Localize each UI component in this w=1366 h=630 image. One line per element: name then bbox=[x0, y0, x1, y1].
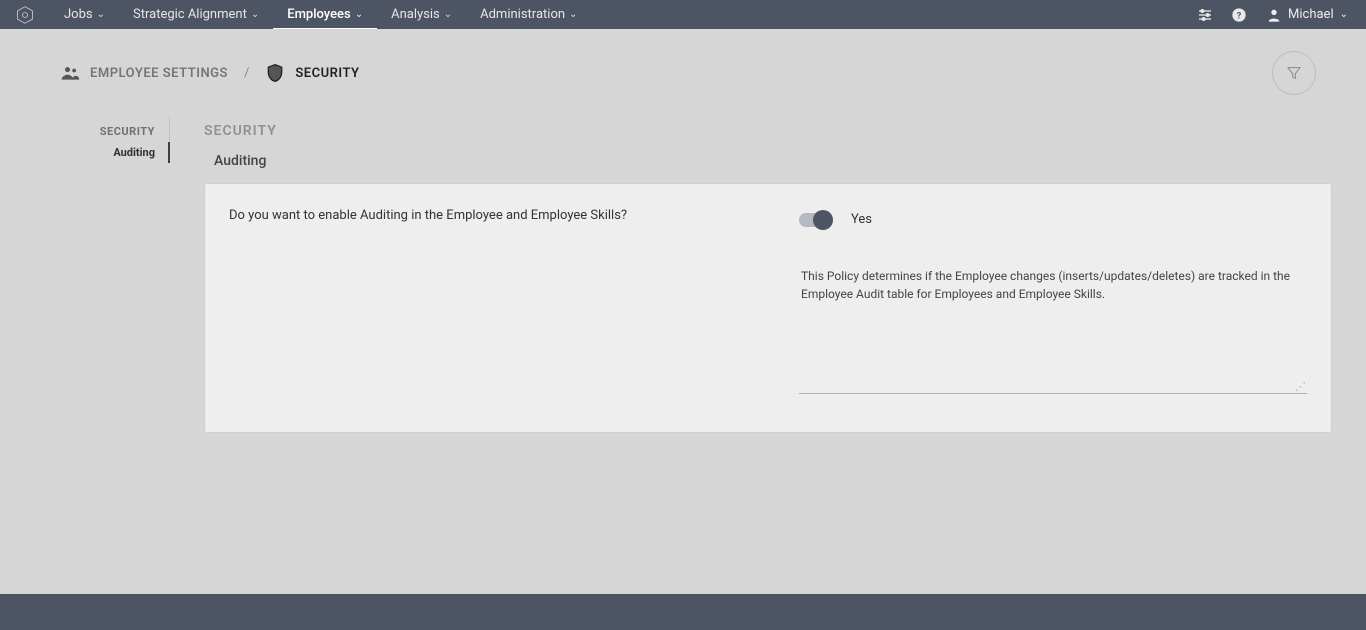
funnel-icon bbox=[1286, 65, 1302, 81]
settings-card: Do you want to enable Auditing in the Em… bbox=[204, 183, 1332, 433]
nav-item-label: Analysis bbox=[391, 7, 440, 22]
breadcrumb-label: SECURITY bbox=[295, 66, 359, 81]
help-icon: ? bbox=[1231, 7, 1247, 23]
toggle-value-label: Yes bbox=[851, 212, 872, 227]
chevron-down-icon: ⌄ bbox=[1340, 9, 1348, 20]
people-icon bbox=[60, 63, 80, 83]
breadcrumb-employee-settings[interactable]: EMPLOYEE SETTINGS bbox=[60, 63, 228, 83]
breadcrumb-security[interactable]: SECURITY bbox=[265, 63, 359, 83]
nav-item-administration[interactable]: Administration ⌄ bbox=[466, 0, 591, 29]
setting-description-text: This Policy determines if the Employee c… bbox=[801, 269, 1290, 301]
body-content: SECURITY Auditing SECURITY Auditing Do y… bbox=[0, 117, 1366, 433]
setting-description[interactable]: This Policy determines if the Employee c… bbox=[799, 261, 1307, 394]
sidebar-section-title: SECURITY bbox=[12, 123, 155, 142]
chevron-down-icon: ⌄ bbox=[444, 9, 452, 20]
main-subsection-title: Auditing bbox=[214, 153, 1332, 169]
chevron-down-icon: ⌄ bbox=[251, 9, 259, 20]
svg-text:?: ? bbox=[1237, 10, 1242, 21]
app-logo[interactable] bbox=[0, 0, 50, 29]
footer-bar bbox=[0, 594, 1366, 630]
settings-sliders-button[interactable] bbox=[1188, 0, 1222, 29]
breadcrumb-label: EMPLOYEE SETTINGS bbox=[90, 66, 228, 81]
user-name: Michael bbox=[1288, 7, 1334, 22]
auditing-toggle[interactable] bbox=[799, 213, 831, 227]
nav-item-employees[interactable]: Employees ⌄ bbox=[273, 0, 377, 29]
toggle-row: Yes bbox=[799, 212, 1307, 227]
main-panel: SECURITY Auditing Do you want to enable … bbox=[170, 117, 1356, 433]
main-section-title: SECURITY bbox=[204, 123, 1332, 139]
nav-item-label: Employees bbox=[287, 7, 350, 22]
nav-item-label: Administration bbox=[480, 7, 565, 22]
breadcrumb-row: EMPLOYEE SETTINGS / SECURITY bbox=[0, 29, 1366, 117]
hexagon-icon bbox=[15, 5, 35, 25]
sliders-icon bbox=[1197, 7, 1213, 23]
resize-grip-icon[interactable]: ⋰ bbox=[1295, 381, 1305, 391]
breadcrumb-separator: / bbox=[244, 66, 249, 81]
user-icon bbox=[1266, 7, 1282, 23]
user-menu[interactable]: Michael ⌄ bbox=[1256, 7, 1358, 23]
setting-question: Do you want to enable Auditing in the Em… bbox=[229, 208, 769, 396]
toggle-knob bbox=[813, 210, 833, 230]
nav-item-strategic-alignment[interactable]: Strategic Alignment ⌄ bbox=[119, 0, 273, 29]
shield-icon bbox=[265, 63, 285, 83]
nav-item-analysis[interactable]: Analysis ⌄ bbox=[377, 0, 466, 29]
chevron-down-icon: ⌄ bbox=[355, 9, 363, 20]
nav-item-label: Strategic Alignment bbox=[133, 7, 247, 22]
top-navigation: Jobs ⌄ Strategic Alignment ⌄ Employees ⌄… bbox=[0, 0, 1366, 29]
help-button[interactable]: ? bbox=[1222, 0, 1256, 29]
nav-item-label: Jobs bbox=[64, 7, 93, 22]
filter-button[interactable] bbox=[1272, 51, 1316, 95]
nav-item-jobs[interactable]: Jobs ⌄ bbox=[50, 0, 119, 29]
sidebar-item-label: Auditing bbox=[113, 146, 155, 159]
sidebar-item-auditing[interactable]: Auditing bbox=[12, 142, 155, 163]
setting-controls: Yes This Policy determines if the Employ… bbox=[799, 208, 1307, 396]
settings-sidebar: SECURITY Auditing bbox=[12, 117, 170, 163]
chevron-down-icon: ⌄ bbox=[569, 9, 577, 20]
chevron-down-icon: ⌄ bbox=[97, 9, 105, 20]
